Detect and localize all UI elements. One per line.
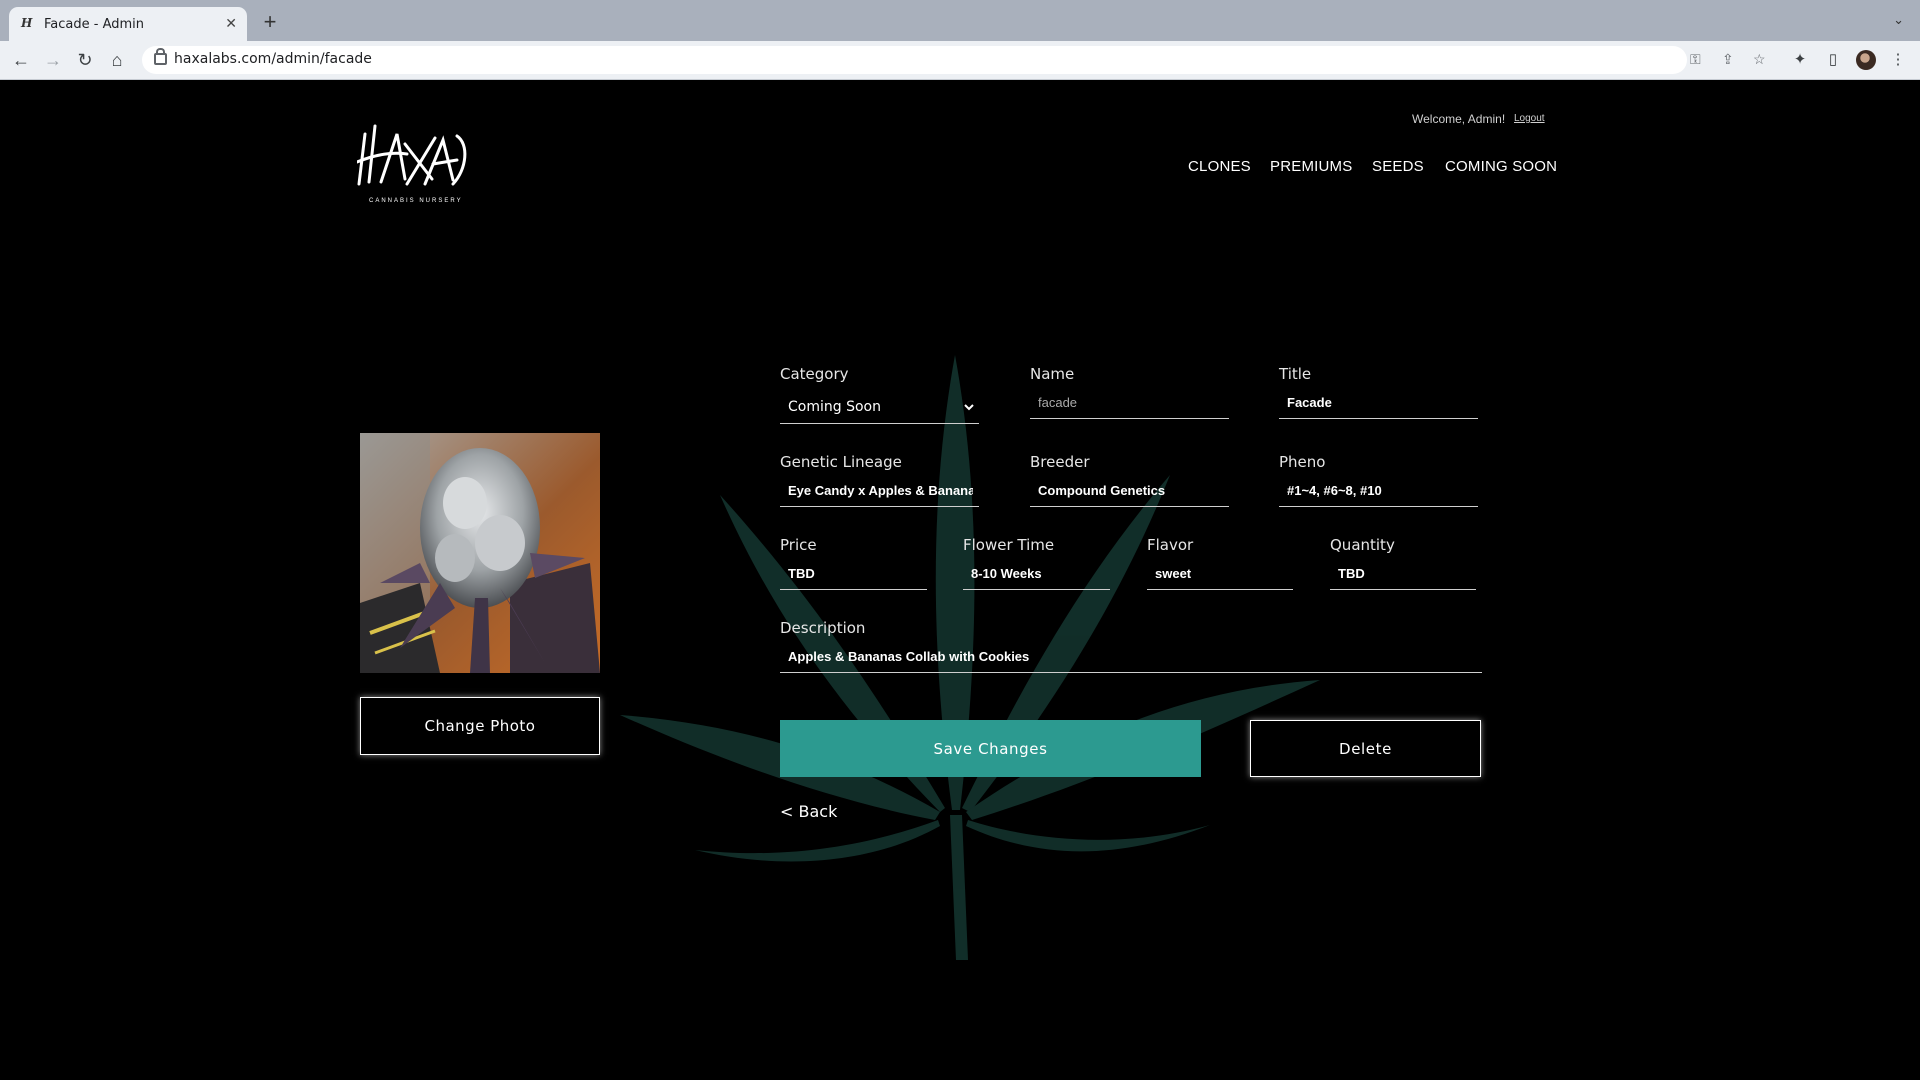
pheno-label: Pheno [1279, 453, 1326, 471]
save-changes-button[interactable]: Save Changes [780, 720, 1201, 777]
description-label: Description [780, 619, 866, 637]
breeder-label: Breeder [1030, 453, 1090, 471]
delete-button[interactable]: Delete [1250, 720, 1481, 777]
price-input[interactable]: TBD [780, 559, 927, 590]
flavor-label: Flavor [1147, 536, 1194, 554]
browser-tabstrip: H Facade - Admin ✕ + ⌄ [0, 0, 1920, 41]
category-label: Category [780, 365, 849, 383]
quantity-label: Quantity [1330, 536, 1395, 554]
lineage-label: Genetic Lineage [780, 453, 902, 471]
nav-coming-soon[interactable]: COMING SOON [1445, 158, 1557, 175]
key-icon[interactable]: ⚿ [1690, 51, 1701, 68]
pheno-value: #1~4, #6~8, #10 [1287, 483, 1382, 498]
haxa-logo[interactable]: CANNABIS NURSERY [357, 124, 469, 206]
category-value: Coming Soon [788, 399, 881, 415]
reload-icon[interactable]: ↻ [74, 49, 96, 71]
home-icon[interactable]: ⌂ [106, 49, 128, 71]
forward-icon[interactable]: → [42, 49, 64, 71]
price-value: TBD [788, 566, 815, 581]
category-select[interactable]: Coming Soon [780, 392, 979, 424]
flavor-input[interactable]: sweet [1147, 559, 1293, 590]
name-input[interactable]: facade [1030, 388, 1229, 419]
browser-toolbar: ← → ↻ ⌂ haxalabs.com/admin/facade ⚿ ⇪ ☆ … [0, 41, 1920, 80]
back-icon[interactable]: ← [10, 49, 32, 71]
flower-time-input[interactable]: 8-10 Weeks [963, 559, 1110, 590]
share-icon[interactable]: ⇪ [1722, 51, 1734, 68]
url-text[interactable]: haxalabs.com/admin/facade [174, 51, 372, 67]
name-label: Name [1030, 365, 1075, 383]
change-photo-button[interactable]: Change Photo [360, 697, 600, 755]
product-photo [360, 433, 600, 673]
lineage-input[interactable]: Eye Candy x Apples & Bananas [780, 476, 979, 507]
site-favicon-icon: H [21, 16, 33, 30]
breeder-value: Compound Genetics [1038, 483, 1166, 498]
flower-time-value: 8-10 Weeks [971, 566, 1042, 581]
description-input[interactable]: Apples & Bananas Collab with Cookies [780, 642, 1482, 673]
nav-clones[interactable]: CLONES [1188, 158, 1251, 175]
name-placeholder: facade [1038, 395, 1078, 410]
lock-icon[interactable] [154, 48, 167, 65]
close-tab-icon[interactable]: ✕ [225, 15, 237, 31]
sidepanel-icon[interactable]: ▯ [1823, 50, 1843, 70]
profile-avatar[interactable] [1856, 50, 1876, 70]
logo-subtext: CANNABIS NURSERY [369, 198, 463, 204]
chevron-down-icon [964, 404, 974, 411]
title-value: Facade [1287, 395, 1332, 410]
nav-seeds[interactable]: SEEDS [1372, 158, 1424, 175]
lineage-value: Eye Candy x Apples & Bananas [788, 483, 973, 498]
flower-time-label: Flower Time [963, 536, 1055, 554]
address-bar[interactable]: haxalabs.com/admin/facade ⚿ ⇪ ☆ [142, 46, 1766, 74]
new-tab-icon[interactable]: + [260, 11, 280, 33]
tab-title: Facade - Admin [44, 17, 145, 32]
quantity-value: TBD [1338, 566, 1365, 581]
flavor-value: sweet [1155, 566, 1192, 581]
welcome-text: Welcome, Admin! [1412, 112, 1506, 126]
description-value: Apples & Bananas Collab with Cookies [788, 649, 1030, 664]
logout-link[interactable]: Logout [1514, 113, 1545, 124]
quantity-input[interactable]: TBD [1330, 559, 1476, 590]
page: CANNABIS NURSERY Welcome, Admin! Logout … [0, 80, 1920, 1080]
menu-icon[interactable]: ⋮ [1888, 50, 1908, 70]
tab-search-chevron-icon[interactable]: ⌄ [1893, 12, 1904, 28]
nav-premiums[interactable]: PREMIUMS [1270, 158, 1352, 175]
pheno-input[interactable]: #1~4, #6~8, #10 [1279, 476, 1478, 507]
breeder-input[interactable]: Compound Genetics [1030, 476, 1229, 507]
price-label: Price [780, 536, 817, 554]
title-input[interactable]: Facade [1279, 388, 1478, 419]
title-label: Title [1279, 365, 1312, 383]
back-link[interactable]: < Back [780, 802, 837, 821]
star-icon[interactable]: ☆ [1753, 51, 1766, 68]
extensions-icon[interactable]: ✦ [1790, 50, 1810, 70]
browser-tab[interactable]: H Facade - Admin ✕ [9, 7, 247, 41]
